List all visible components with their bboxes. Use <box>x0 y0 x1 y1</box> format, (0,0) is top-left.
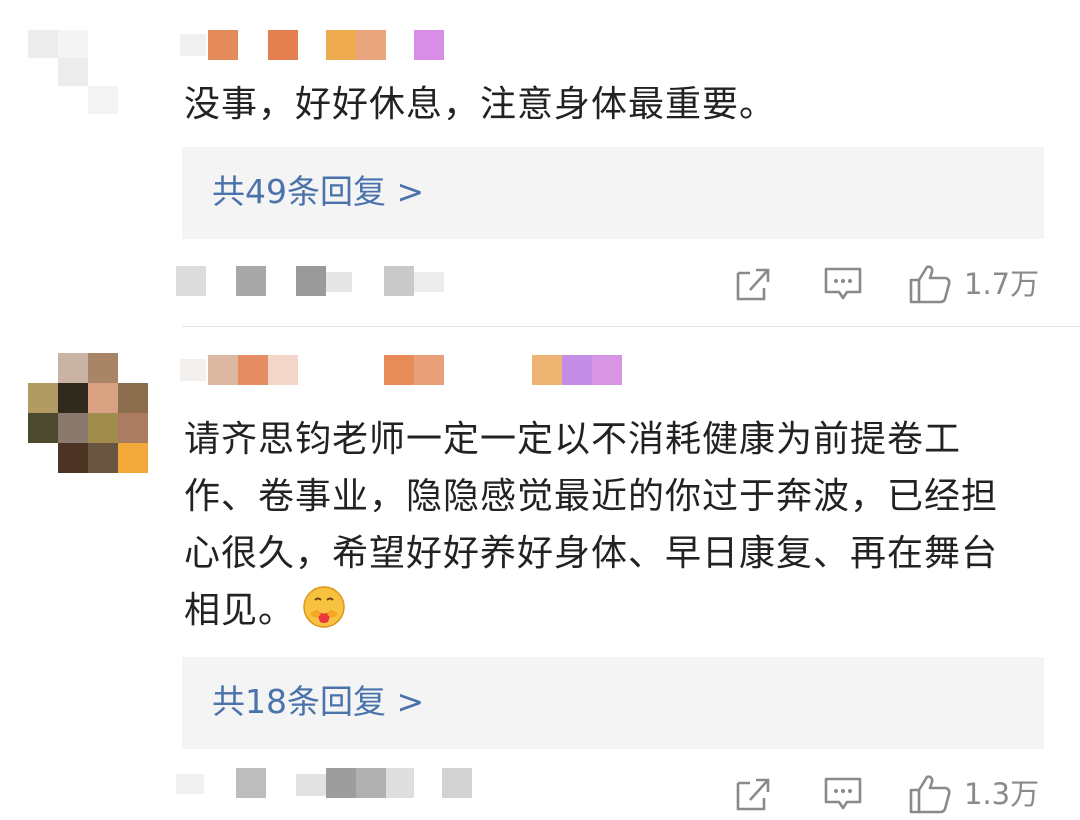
replies-panel[interactable]: 共18条回复 > <box>182 657 1044 749</box>
comment-icon[interactable] <box>823 774 863 814</box>
replies-panel[interactable]: 共49条回复 > <box>182 147 1044 239</box>
hug-emoji-icon <box>301 584 347 630</box>
like-icon[interactable] <box>908 772 952 816</box>
view-replies-link[interactable]: 共49条回复 > <box>212 169 424 215</box>
share-icon[interactable] <box>734 774 774 814</box>
view-replies-link[interactable]: 共18条回复 > <box>212 679 424 725</box>
avatar-blurred[interactable] <box>28 26 128 116</box>
like-icon[interactable] <box>908 262 952 306</box>
avatar-blurred[interactable] <box>28 353 148 473</box>
username-blurred[interactable] <box>180 353 630 385</box>
username-blurred[interactable] <box>180 28 450 60</box>
comment-text: 请齐思钧老师一定一定以不消耗健康为前提卷工作、卷事业，隐隐感觉最近的你过于奔波，… <box>184 411 1034 639</box>
meta-blurred <box>176 266 476 296</box>
comment-icon[interactable] <box>823 264 863 304</box>
like-count: 1.7万 <box>964 267 1040 301</box>
share-icon[interactable] <box>734 264 774 304</box>
comment-divider <box>182 326 1080 327</box>
like-count: 1.3万 <box>964 777 1040 811</box>
comment-text: 没事，好好休息，注意身体最重要。 <box>184 84 777 125</box>
meta-blurred <box>176 768 476 800</box>
